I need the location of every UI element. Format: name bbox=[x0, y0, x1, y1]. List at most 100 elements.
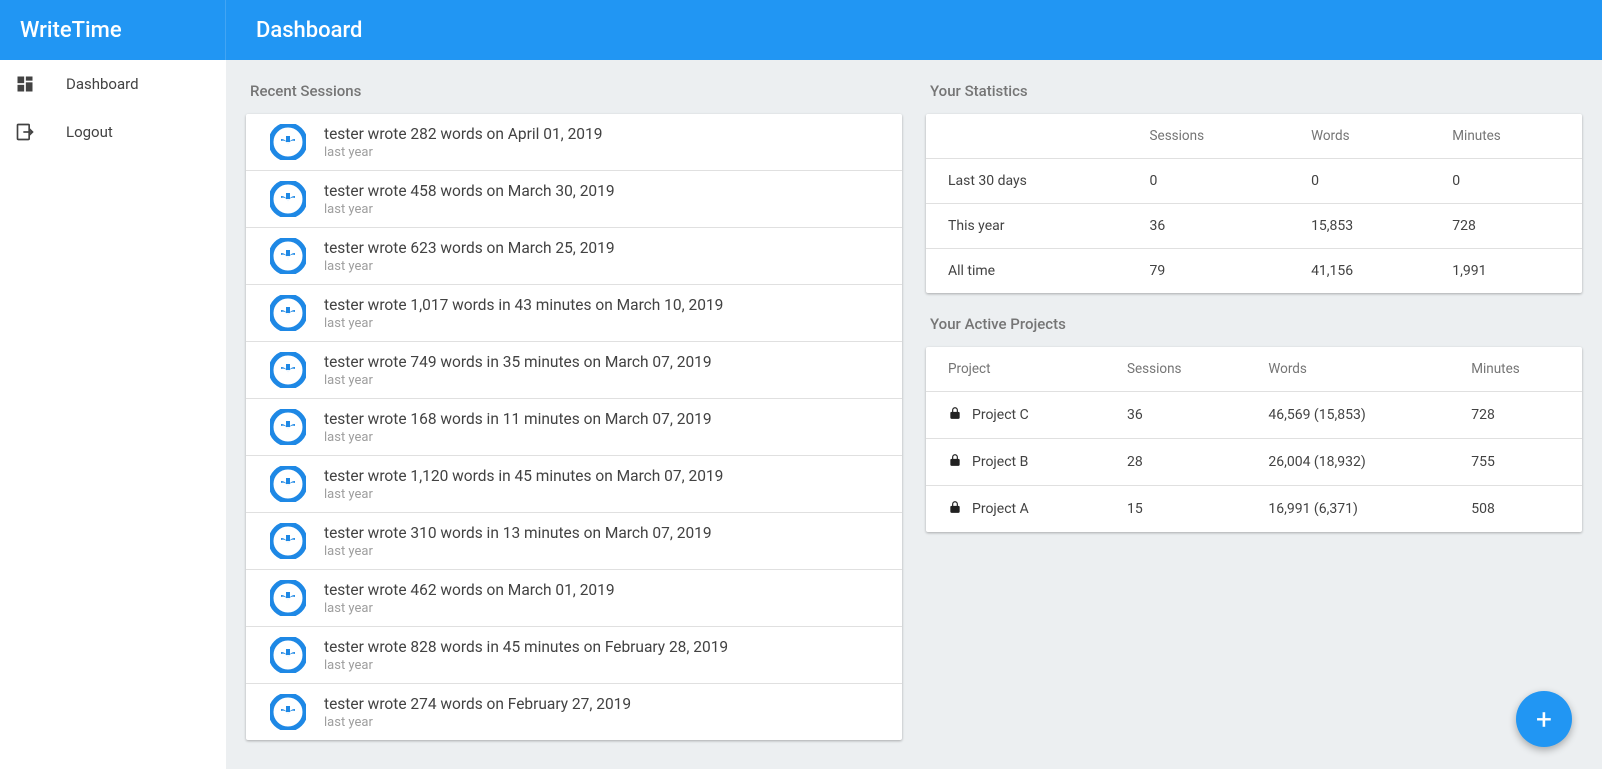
session-ago: last year bbox=[324, 487, 878, 502]
session-line: tester wrote 623 words on March 25, 2019 bbox=[324, 238, 878, 259]
avatar-icon bbox=[270, 637, 306, 673]
sidebar: Dashboard Logout bbox=[0, 60, 226, 769]
session-ago: last year bbox=[324, 202, 878, 217]
header: WriteTime Dashboard bbox=[0, 0, 1602, 60]
session-ago: last year bbox=[324, 715, 878, 730]
projects-header-project: Project bbox=[926, 347, 1105, 392]
session-row[interactable]: tester wrote 749 words in 35 minutes on … bbox=[246, 342, 902, 399]
lock-icon bbox=[948, 500, 962, 518]
session-ago: last year bbox=[324, 373, 878, 388]
statistics-table: Sessions Words Minutes Last 30 days000Th… bbox=[926, 114, 1582, 293]
session-row[interactable]: tester wrote 310 words in 13 minutes on … bbox=[246, 513, 902, 570]
sidebar-item-label: Dashboard bbox=[66, 75, 139, 93]
avatar-icon bbox=[270, 466, 306, 502]
session-line: tester wrote 749 words in 35 minutes on … bbox=[324, 352, 878, 373]
session-row[interactable]: tester wrote 1,120 words in 45 minutes o… bbox=[246, 456, 902, 513]
avatar-icon bbox=[270, 352, 306, 388]
avatar-icon bbox=[270, 124, 306, 160]
sidebar-item-dashboard[interactable]: Dashboard bbox=[0, 60, 226, 108]
session-row[interactable]: tester wrote 1,017 words in 43 minutes o… bbox=[246, 285, 902, 342]
project-words: 26,004 (18,932) bbox=[1246, 439, 1449, 486]
stats-row: All time7941,1561,991 bbox=[926, 249, 1582, 294]
project-row[interactable]: Project B 2826,004 (18,932)755 bbox=[926, 439, 1582, 486]
project-name: Project A bbox=[972, 501, 1029, 517]
project-name: Project B bbox=[972, 454, 1028, 470]
avatar-icon bbox=[270, 523, 306, 559]
session-line: tester wrote 1,120 words in 45 minutes o… bbox=[324, 466, 878, 487]
stats-minutes: 1,991 bbox=[1430, 249, 1582, 294]
avatar-icon bbox=[270, 694, 306, 730]
project-name: Project C bbox=[972, 407, 1029, 423]
projects-header-sessions: Sessions bbox=[1105, 347, 1246, 392]
avatar-icon bbox=[270, 409, 306, 445]
stats-label: This year bbox=[926, 204, 1128, 249]
project-words: 46,569 (15,853) bbox=[1246, 392, 1449, 439]
stats-header-words: Words bbox=[1289, 114, 1430, 159]
session-ago: last year bbox=[324, 259, 878, 274]
session-line: tester wrote 274 words on February 27, 2… bbox=[324, 694, 878, 715]
session-row[interactable]: tester wrote 458 words on March 30, 2019… bbox=[246, 171, 902, 228]
recent-sessions-title: Recent Sessions bbox=[246, 60, 902, 114]
app-logo[interactable]: WriteTime bbox=[0, 0, 226, 60]
session-line: tester wrote 1,017 words in 43 minutes o… bbox=[324, 295, 878, 316]
session-row[interactable]: tester wrote 168 words in 11 minutes on … bbox=[246, 399, 902, 456]
session-row[interactable]: tester wrote 282 words on April 01, 2019… bbox=[246, 114, 902, 171]
avatar-icon bbox=[270, 580, 306, 616]
stats-label: All time bbox=[926, 249, 1128, 294]
logout-icon bbox=[14, 121, 36, 143]
stats-label: Last 30 days bbox=[926, 159, 1128, 204]
page-title: Dashboard bbox=[226, 0, 1602, 60]
session-ago: last year bbox=[324, 658, 878, 673]
avatar-icon bbox=[270, 181, 306, 217]
session-ago: last year bbox=[324, 316, 878, 331]
lock-icon bbox=[948, 453, 962, 471]
stats-words: 15,853 bbox=[1289, 204, 1430, 249]
project-minutes: 755 bbox=[1449, 439, 1582, 486]
stats-words: 0 bbox=[1289, 159, 1430, 204]
stats-words: 41,156 bbox=[1289, 249, 1430, 294]
session-row[interactable]: tester wrote 462 words on March 01, 2019… bbox=[246, 570, 902, 627]
project-sessions: 28 bbox=[1105, 439, 1246, 486]
stats-row: Last 30 days000 bbox=[926, 159, 1582, 204]
session-line: tester wrote 282 words on April 01, 2019 bbox=[324, 124, 878, 145]
dashboard-icon bbox=[14, 73, 36, 95]
projects-table: Project Sessions Words Minutes Project C… bbox=[926, 347, 1582, 532]
project-sessions: 36 bbox=[1105, 392, 1246, 439]
stats-header-minutes: Minutes bbox=[1430, 114, 1582, 159]
stats-row: This year3615,853728 bbox=[926, 204, 1582, 249]
stats-minutes: 728 bbox=[1430, 204, 1582, 249]
session-ago: last year bbox=[324, 601, 878, 616]
session-row[interactable]: tester wrote 623 words on March 25, 2019… bbox=[246, 228, 902, 285]
session-line: tester wrote 310 words in 13 minutes on … bbox=[324, 523, 878, 544]
session-ago: last year bbox=[324, 430, 878, 445]
project-words: 16,991 (6,371) bbox=[1246, 486, 1449, 533]
projects-header-minutes: Minutes bbox=[1449, 347, 1582, 392]
project-row[interactable]: Project A 1516,991 (6,371)508 bbox=[926, 486, 1582, 533]
avatar-icon bbox=[270, 238, 306, 274]
sidebar-item-logout[interactable]: Logout bbox=[0, 108, 226, 156]
avatar-icon bbox=[270, 295, 306, 331]
project-minutes: 728 bbox=[1449, 392, 1582, 439]
recent-sessions-list: tester wrote 282 words on April 01, 2019… bbox=[246, 114, 902, 740]
session-row[interactable]: tester wrote 828 words in 45 minutes on … bbox=[246, 627, 902, 684]
session-line: tester wrote 828 words in 45 minutes on … bbox=[324, 637, 878, 658]
lock-icon bbox=[948, 406, 962, 424]
active-projects-title: Your Active Projects bbox=[926, 293, 1582, 347]
session-line: tester wrote 458 words on March 30, 2019 bbox=[324, 181, 878, 202]
session-row[interactable]: tester wrote 274 words on February 27, 2… bbox=[246, 684, 902, 740]
session-ago: last year bbox=[324, 145, 878, 160]
session-line: tester wrote 168 words in 11 minutes on … bbox=[324, 409, 878, 430]
stats-sessions: 36 bbox=[1128, 204, 1290, 249]
stats-minutes: 0 bbox=[1430, 159, 1582, 204]
project-sessions: 15 bbox=[1105, 486, 1246, 533]
your-statistics-title: Your Statistics bbox=[926, 60, 1582, 114]
session-ago: last year bbox=[324, 544, 878, 559]
sidebar-item-label: Logout bbox=[66, 123, 113, 141]
stats-header-sessions: Sessions bbox=[1128, 114, 1290, 159]
projects-header-words: Words bbox=[1246, 347, 1449, 392]
project-row[interactable]: Project C 3646,569 (15,853)728 bbox=[926, 392, 1582, 439]
stats-sessions: 0 bbox=[1128, 159, 1290, 204]
project-minutes: 508 bbox=[1449, 486, 1582, 533]
add-button[interactable]: + bbox=[1516, 691, 1572, 747]
stats-sessions: 79 bbox=[1128, 249, 1290, 294]
